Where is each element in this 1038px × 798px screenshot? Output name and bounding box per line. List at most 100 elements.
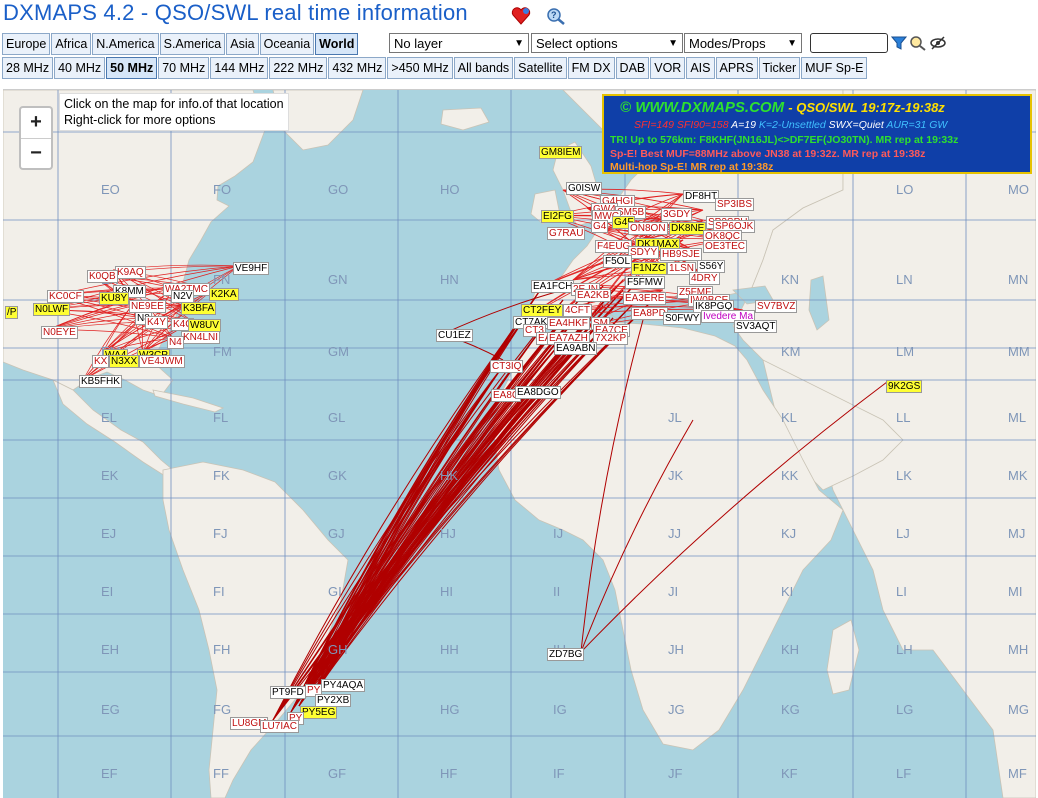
station-label[interactable]: DF8HT <box>683 190 720 203</box>
grid-square-label: LN <box>896 272 913 287</box>
band-450-mhz[interactable]: >450 MHz <box>387 57 453 79</box>
station-label[interactable]: OE3TEC <box>703 240 748 253</box>
station-label[interactable]: F4EUG <box>595 240 633 253</box>
station-label[interactable]: 9K2GS <box>886 380 923 393</box>
region-world[interactable]: World <box>315 33 359 55</box>
grid-square-label: FH <box>213 642 231 657</box>
band-50-mhz[interactable]: 50 MHz <box>106 57 158 79</box>
station-label[interactable]: GM8IEM <box>539 146 583 159</box>
zoom-out-button[interactable]: − <box>21 139 51 169</box>
station-label[interactable]: EA9ABN <box>554 342 598 355</box>
chevron-down-icon: ▼ <box>787 38 797 49</box>
region-n-america[interactable]: N.America <box>92 33 159 55</box>
station-label[interactable]: EI2FG <box>541 210 574 223</box>
band-satellite[interactable]: Satellite <box>514 57 567 79</box>
help-search-icon[interactable]: ? <box>545 6 567 26</box>
filter-icon[interactable] <box>890 35 908 51</box>
station-label[interactable]: N3XX <box>109 355 140 368</box>
station-label[interactable]: LU7IAC <box>260 720 300 733</box>
band-432-mhz[interactable]: 432 MHz <box>328 57 387 79</box>
station-label[interactable]: EA4HKF <box>547 317 590 330</box>
station-label[interactable]: 4CFT <box>563 304 592 317</box>
station-label[interactable]: SV3AQT <box>734 320 778 333</box>
map-canvas[interactable] <box>3 90 1036 798</box>
heart-icon[interactable] <box>510 6 532 26</box>
station-label[interactable]: K2KA <box>209 288 239 301</box>
station-label[interactable]: F5OL <box>603 255 633 268</box>
station-label[interactable]: EA8DGO <box>515 386 561 399</box>
band-muf-sp-e[interactable]: MUF Sp-E <box>801 57 868 79</box>
station-label[interactable]: SV7BVZ <box>755 300 798 313</box>
layer-select[interactable]: No layer ▼ <box>389 33 529 53</box>
region-africa[interactable]: Africa <box>51 33 92 55</box>
station-label[interactable]: ON8ON <box>628 222 668 235</box>
station-label[interactable]: G0ISW <box>566 182 603 195</box>
station-label[interactable]: G7RAU <box>547 227 586 240</box>
station-label[interactable]: VE4JWM <box>139 355 185 368</box>
station-label[interactable]: DK8NE <box>669 222 707 235</box>
grid-square-label: FL <box>213 410 229 425</box>
station-label[interactable]: K4Y <box>145 316 168 329</box>
station-label[interactable]: G4 <box>591 220 609 233</box>
grid-square-label: IF <box>553 766 565 781</box>
station-label[interactable]: PT9FD <box>270 686 306 699</box>
station-label[interactable]: PY5EG <box>300 706 338 719</box>
station-label[interactable]: ZD7BG <box>547 648 585 661</box>
station-label[interactable]: F5FMW <box>625 276 665 289</box>
search-input[interactable] <box>810 33 888 53</box>
station-label[interactable]: PY4AQA <box>321 679 366 692</box>
station-label[interactable]: N4 <box>167 336 184 349</box>
station-label[interactable]: EA1FCH <box>531 280 575 293</box>
band-ticker[interactable]: Ticker <box>758 57 801 79</box>
region-europe[interactable]: Europe <box>2 33 51 55</box>
station-label[interactable]: N0LWF <box>33 303 71 316</box>
band-70-mhz[interactable]: 70 MHz <box>158 57 210 79</box>
station-label[interactable]: KX <box>92 355 110 368</box>
band-vor[interactable]: VOR <box>650 57 686 79</box>
station-label[interactable]: VE9HF <box>233 262 270 275</box>
eye-hidden-icon[interactable] <box>929 35 946 51</box>
station-label[interactable]: SP3IBS <box>715 198 755 211</box>
station-label[interactable]: F1NZC <box>631 262 668 275</box>
grid-square-label: JI <box>668 584 679 599</box>
chevron-down-icon: ▼ <box>668 38 678 49</box>
band-40-mhz[interactable]: 40 MHz <box>54 57 106 79</box>
band-fm-dx[interactable]: FM DX <box>567 57 615 79</box>
station-label[interactable]: CU1EZ <box>436 329 473 342</box>
zoom-in-button[interactable]: + <box>21 108 51 139</box>
band-all-bands[interactable]: All bands <box>453 57 514 79</box>
station-label[interactable]: KC0CF <box>47 290 84 303</box>
station-label[interactable]: KB5FHK <box>79 375 122 388</box>
station-label[interactable]: N0EYE <box>41 326 78 339</box>
band-ais[interactable]: AIS <box>686 57 715 79</box>
station-label[interactable]: 7X2KP <box>593 332 629 345</box>
options-select[interactable]: Select options ▼ <box>531 33 683 53</box>
station-label[interactable]: KU8Y <box>99 292 130 305</box>
station-label[interactable]: K3BFA <box>181 302 217 315</box>
region-oceania[interactable]: Oceania <box>259 33 315 55</box>
station-label[interactable]: KN4LNI <box>181 331 221 344</box>
station-label[interactable]: CT3IQ <box>490 360 524 373</box>
station-label[interactable]: K0QB <box>87 270 118 283</box>
modes-select[interactable]: Modes/Props ▼ <box>684 33 802 53</box>
band-dab[interactable]: DAB <box>615 57 650 79</box>
station-label[interactable]: 3GDY <box>661 208 693 221</box>
view-icon[interactable] <box>909 35 926 51</box>
station-label[interactable]: EA3ERE <box>623 292 667 305</box>
station-label[interactable]: HB9SJE <box>660 248 702 261</box>
station-label[interactable]: S0FWY <box>663 312 702 325</box>
station-label[interactable]: SDYY <box>628 246 660 259</box>
station-label[interactable]: /P <box>5 306 19 319</box>
band-144-mhz[interactable]: 144 MHz <box>210 57 269 79</box>
station-label[interactable]: EA2KB <box>575 289 612 302</box>
station-label[interactable]: K9AQ <box>115 266 146 279</box>
band-222-mhz[interactable]: 222 MHz <box>269 57 328 79</box>
region-asia[interactable]: Asia <box>226 33 259 55</box>
map[interactable]: EOFOGOHOLOMOENFNGNHNKNLNMNEMFMGMKMLMMMEL… <box>3 89 1036 798</box>
station-label[interactable]: 4DRY <box>689 272 720 285</box>
grid-square-label: EL <box>101 410 117 425</box>
region-s-america[interactable]: S.America <box>159 33 226 55</box>
band-28-mhz[interactable]: 28 MHz <box>2 57 54 79</box>
band-aprs[interactable]: APRS <box>715 57 758 79</box>
grid-square-label: FG <box>213 702 232 717</box>
